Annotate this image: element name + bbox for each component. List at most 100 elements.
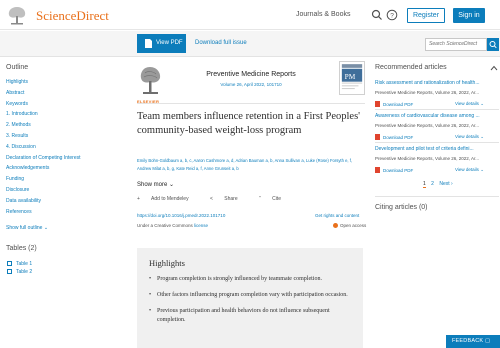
show-more-label: Show more bbox=[137, 182, 168, 188]
recommended-actions: Download PDF View details ⌄ bbox=[375, 101, 499, 109]
outline-item[interactable]: 1. Introduction bbox=[6, 111, 80, 122]
outline-item[interactable]: Disclosure bbox=[6, 187, 80, 198]
elsevier-logo[interactable] bbox=[137, 64, 164, 97]
outline-item[interactable]: References bbox=[6, 209, 80, 220]
article-title: Team members influence retention in a Fi… bbox=[137, 111, 361, 136]
license-prefix: Under a Creative Commons bbox=[137, 223, 193, 228]
help-icon[interactable]: ? bbox=[386, 9, 398, 21]
journals-books-link[interactable]: Journals & Books bbox=[296, 11, 350, 18]
recommended-title-link[interactable]: Risk assessment and rationalization of h… bbox=[375, 80, 499, 88]
view-details-label: View details bbox=[455, 134, 479, 139]
outline-item[interactable]: Acknowledgements bbox=[6, 165, 80, 176]
next-label: Next bbox=[439, 181, 450, 187]
page-link[interactable]: 2 bbox=[431, 181, 434, 187]
next-page-link[interactable]: Next › bbox=[439, 181, 452, 187]
recommended-article: Risk assessment and rationalization of h… bbox=[375, 80, 499, 109]
brand-logo[interactable]: ScienceDirect bbox=[36, 8, 109, 24]
register-button[interactable]: Register bbox=[407, 8, 445, 23]
pdf-icon bbox=[145, 39, 152, 48]
open-access-label: Open access bbox=[340, 223, 367, 228]
download-pdf-label: Download PDF bbox=[383, 168, 414, 173]
article-toolbar: View PDF Download full issue Search Scie… bbox=[0, 31, 500, 57]
show-more-button[interactable]: Show more ⌄ bbox=[137, 181, 174, 188]
outline-item[interactable]: Abstract bbox=[6, 90, 80, 101]
table-link[interactable]: Table 2 bbox=[7, 269, 32, 275]
citing-articles-heading[interactable]: Citing articles (0) bbox=[375, 204, 428, 211]
plus-icon: + bbox=[137, 196, 140, 202]
highlight-item: Program completion is strongly influence… bbox=[149, 275, 351, 284]
divider bbox=[375, 196, 499, 197]
journal-title-link[interactable]: Preventive Medicine Reports bbox=[171, 71, 331, 78]
download-pdf-label: Download PDF bbox=[383, 135, 414, 140]
article-actions: + Add to Mendeley < Share “ Cite bbox=[137, 196, 301, 202]
recommended-title-link[interactable]: Development and pilot test of criteria d… bbox=[375, 146, 499, 154]
table-label: Table 1 bbox=[16, 261, 33, 267]
search-icon[interactable] bbox=[371, 9, 383, 21]
outline-heading: Outline bbox=[6, 64, 29, 71]
svg-text:?: ? bbox=[390, 12, 394, 19]
svg-text:PM: PM bbox=[345, 72, 356, 81]
outline-item[interactable]: Declaration of Competing Interest bbox=[6, 155, 80, 166]
recommended-article: Development and pilot test of criteria d… bbox=[375, 146, 499, 175]
quote-icon: “ bbox=[259, 196, 261, 202]
recommended-heading: Recommended articles bbox=[375, 64, 447, 71]
view-details-link[interactable]: View details ⌄ bbox=[455, 167, 484, 173]
chevron-up-icon[interactable] bbox=[490, 64, 498, 72]
show-full-outline-link[interactable]: Show full outline ⌄ bbox=[6, 225, 48, 231]
outline-item[interactable]: 4. Discussion bbox=[6, 144, 80, 155]
rights-link[interactable]: Get rights and content bbox=[315, 213, 359, 218]
recommended-journal: Preventive Medicine Reports, Volume 26, … bbox=[375, 156, 480, 161]
recommended-article: Awareness of cardiovascular disease amon… bbox=[375, 113, 499, 142]
chevron-down-icon: ⌄ bbox=[480, 101, 484, 106]
journal-volume-link[interactable]: Volume 26, April 2022, 101710 bbox=[171, 82, 331, 87]
view-pdf-label: View PDF bbox=[156, 40, 183, 46]
pdf-icon bbox=[375, 167, 380, 173]
search-submit-button[interactable] bbox=[487, 38, 499, 51]
search-input[interactable]: Search ScienceDirect bbox=[425, 38, 487, 51]
download-pdf-link[interactable]: Download PDF bbox=[375, 101, 413, 107]
download-pdf-link[interactable]: Download PDF bbox=[375, 167, 413, 173]
cite-button[interactable]: “ Cite bbox=[259, 196, 291, 202]
table-link[interactable]: Table 1 bbox=[7, 261, 32, 267]
search-icon bbox=[489, 41, 497, 49]
add-to-mendeley-button[interactable]: + Add to Mendeley bbox=[137, 196, 200, 202]
author-list[interactable]: Emily Bohn-Goldbaum a, b, c, Aaron Cashm… bbox=[137, 157, 362, 173]
share-icon: < bbox=[209, 196, 213, 202]
recommended-actions: Download PDF View details ⌄ bbox=[375, 134, 499, 142]
chevron-down-icon: ⌄ bbox=[480, 134, 484, 139]
table-label: Table 2 bbox=[16, 269, 33, 275]
table-icon bbox=[7, 269, 12, 274]
view-details-link[interactable]: View details ⌄ bbox=[455, 134, 484, 140]
outline-list: Highlights Abstract Keywords 1. Introduc… bbox=[6, 79, 80, 219]
chat-icon: ▢ bbox=[484, 338, 491, 344]
highlights-box: Highlights Program completion is strongl… bbox=[137, 248, 363, 348]
outline-item[interactable]: Keywords bbox=[6, 101, 80, 112]
outline-item[interactable]: 3. Results bbox=[6, 133, 80, 144]
license-link[interactable]: license bbox=[194, 223, 208, 228]
elsevier-tree-icon[interactable] bbox=[6, 5, 28, 25]
divider bbox=[375, 109, 499, 110]
recommended-actions: Download PDF View details ⌄ bbox=[375, 167, 499, 175]
share-button[interactable]: < Share bbox=[210, 196, 249, 202]
journal-cover-image[interactable]: PM bbox=[339, 61, 365, 95]
show-full-outline-label: Show full outline bbox=[6, 225, 43, 231]
outline-item[interactable]: 2. Methods bbox=[6, 122, 80, 133]
doi-link[interactable]: https://doi.org/10.1016/j.pmedr.2022.101… bbox=[137, 213, 225, 218]
sign-in-button[interactable]: Sign in bbox=[453, 8, 485, 23]
outline-item[interactable]: Highlights bbox=[6, 79, 80, 90]
download-pdf-link[interactable]: Download PDF bbox=[375, 134, 413, 140]
download-full-issue-link[interactable]: Download full issue bbox=[195, 40, 247, 46]
share-label: Share bbox=[224, 196, 238, 202]
recommended-title-link[interactable]: Awareness of cardiovascular disease amon… bbox=[375, 113, 499, 121]
tables-heading: Tables (2) bbox=[6, 245, 37, 252]
chevron-down-icon: ⌄ bbox=[169, 182, 175, 188]
outline-item[interactable]: Data availability bbox=[6, 198, 80, 209]
feedback-label: FEEDBACK bbox=[452, 338, 484, 344]
feedback-button[interactable]: FEEDBACK ▢ bbox=[446, 335, 500, 348]
chevron-right-icon: › bbox=[451, 181, 453, 187]
view-pdf-button[interactable]: View PDF bbox=[137, 34, 186, 53]
divider bbox=[375, 142, 499, 143]
view-details-link[interactable]: View details ⌄ bbox=[455, 101, 484, 107]
outline-item[interactable]: Funding bbox=[6, 176, 80, 187]
pdf-icon bbox=[375, 134, 380, 140]
